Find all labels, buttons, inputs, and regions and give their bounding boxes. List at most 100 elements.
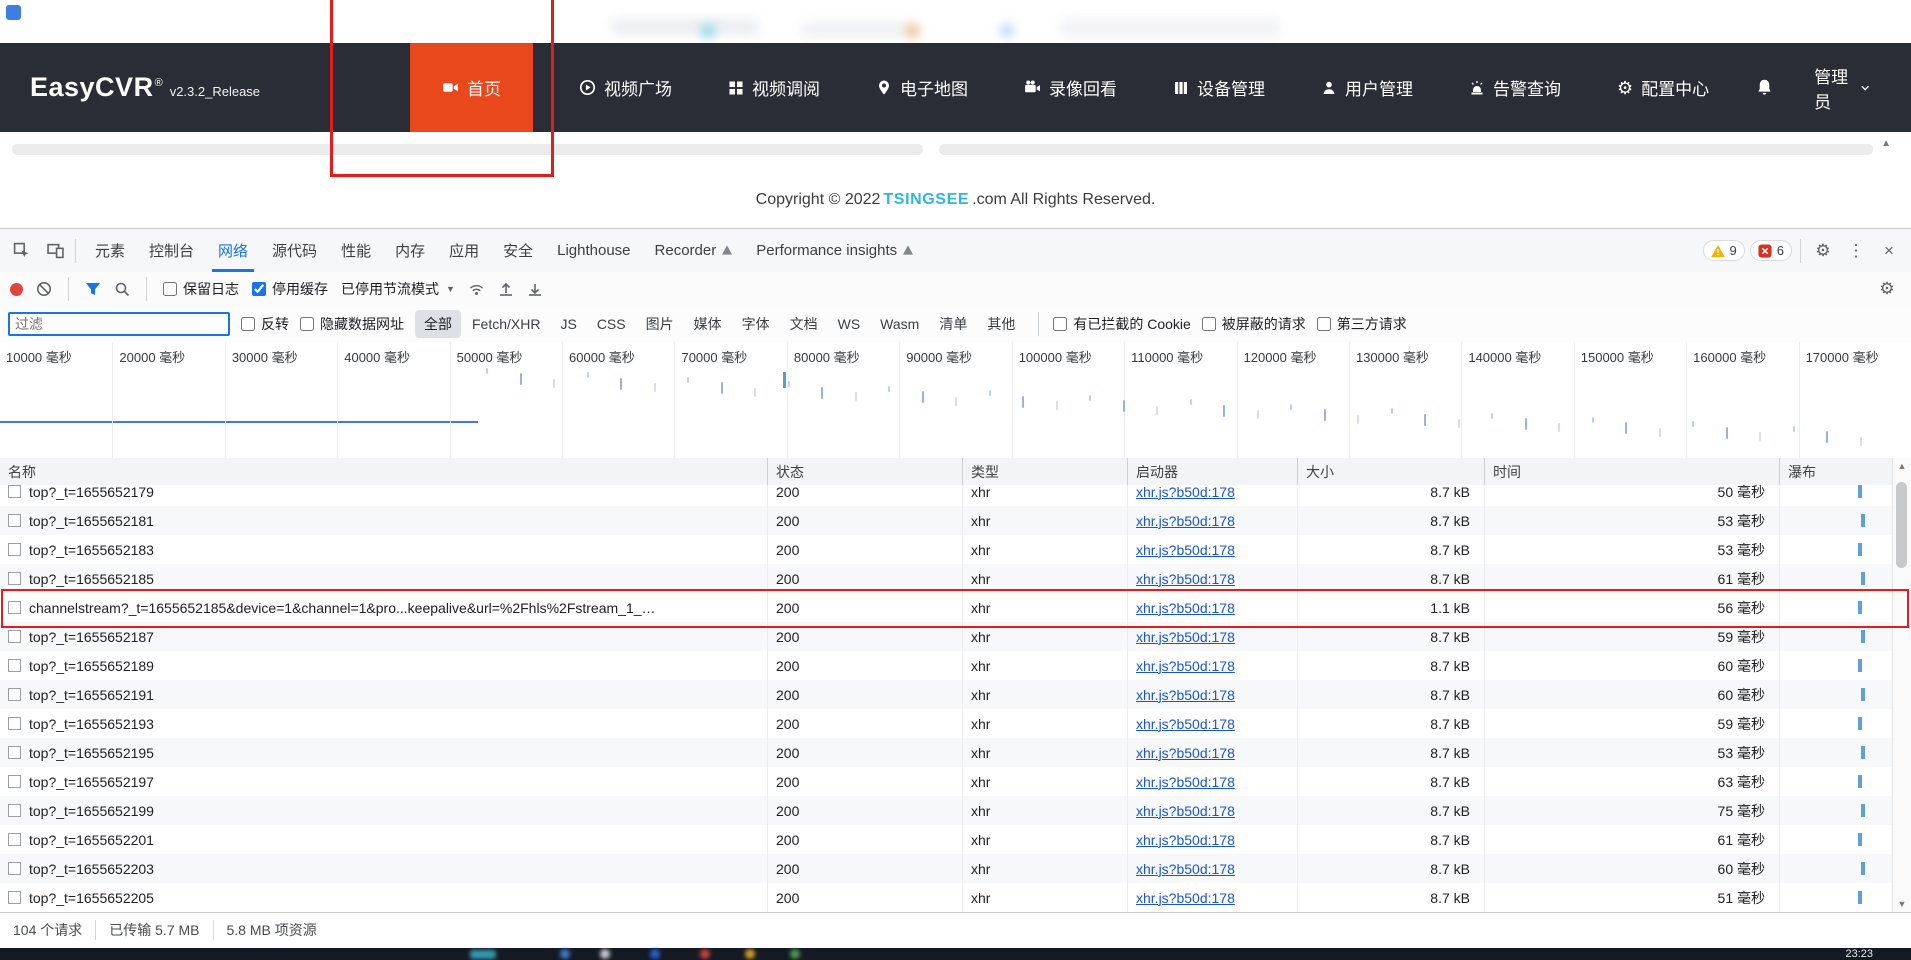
tab-安全[interactable]: 安全 bbox=[491, 229, 545, 272]
request-name-cell[interactable]: top?_t=1655652203 bbox=[0, 854, 768, 883]
nav-item-alarms[interactable]: 告警查询 bbox=[1459, 43, 1571, 132]
scroll-down-icon[interactable]: ▼ bbox=[1893, 899, 1911, 909]
record-icon[interactable] bbox=[10, 282, 23, 296]
nav-item-config[interactable]: ⚙ 配置中心 bbox=[1607, 43, 1719, 132]
tab-源代码[interactable]: 源代码 bbox=[260, 229, 329, 272]
column-header-time[interactable]: 时间 bbox=[1485, 458, 1780, 485]
filter-pill-清单[interactable]: 清单 bbox=[930, 310, 976, 338]
network-request-row[interactable]: top?_t=1655652199 200 xhr xhr.js?b50d:178 8.… bbox=[0, 796, 1893, 825]
close-icon[interactable]: × bbox=[1875, 241, 1903, 261]
request-name-cell[interactable]: top?_t=1655652183 bbox=[0, 535, 768, 564]
export-har-icon[interactable] bbox=[527, 281, 543, 297]
request-name-cell[interactable]: top?_t=1655652185 bbox=[0, 564, 768, 593]
invert-checkbox[interactable]: 反转 bbox=[241, 314, 289, 334]
request-name-cell[interactable]: top?_t=1655652193 bbox=[0, 709, 768, 738]
hide-data-urls-checkbox[interactable]: 隐藏数据网址 bbox=[300, 314, 404, 334]
initiator-link[interactable]: xhr.js?b50d:178 bbox=[1136, 716, 1235, 732]
scrollbar-thumb[interactable] bbox=[1896, 482, 1907, 568]
blocked-requests-input[interactable] bbox=[1201, 317, 1216, 331]
filter-pill-图片[interactable]: 图片 bbox=[637, 310, 683, 338]
filter-pill-其他[interactable]: 其他 bbox=[978, 310, 1024, 338]
initiator-link[interactable]: xhr.js?b50d:178 bbox=[1136, 861, 1235, 877]
user-menu[interactable]: 管理员 bbox=[1814, 63, 1869, 113]
nav-item-emap[interactable]: 电子地图 bbox=[866, 43, 978, 132]
request-name-cell[interactable]: top?_t=1655652205 bbox=[0, 883, 768, 912]
tab-应用[interactable]: 应用 bbox=[437, 229, 491, 272]
request-name-cell[interactable]: top?_t=1655652195 bbox=[0, 738, 768, 767]
request-name-cell[interactable]: top?_t=1655652189 bbox=[0, 651, 768, 680]
request-name-cell[interactable]: top?_t=1655652179 bbox=[0, 485, 768, 506]
filter-pill-媒体[interactable]: 媒体 bbox=[685, 310, 731, 338]
initiator-link[interactable]: xhr.js?b50d:178 bbox=[1136, 571, 1235, 587]
network-settings-gear-icon[interactable]: ⚙ bbox=[1873, 279, 1901, 299]
preserve-log-checkbox[interactable]: 保留日志 bbox=[163, 279, 239, 299]
filter-funnel-icon[interactable] bbox=[85, 281, 101, 297]
clear-icon[interactable] bbox=[36, 281, 52, 297]
taskbar-icon[interactable] bbox=[560, 949, 570, 959]
network-request-row[interactable]: top?_t=1655652203 200 xhr xhr.js?b50d:178 8.… bbox=[0, 854, 1893, 883]
initiator-link[interactable]: xhr.js?b50d:178 bbox=[1136, 485, 1235, 500]
taskbar-icon[interactable] bbox=[700, 949, 710, 959]
filter-input[interactable] bbox=[8, 312, 230, 336]
request-name-cell[interactable]: top?_t=1655652201 bbox=[0, 825, 768, 854]
tab-性能[interactable]: 性能 bbox=[329, 229, 383, 272]
initiator-link[interactable]: xhr.js?b50d:178 bbox=[1136, 774, 1235, 790]
disable-cache-input[interactable] bbox=[252, 282, 266, 296]
filter-pill-Wasm[interactable]: Wasm bbox=[871, 312, 928, 336]
request-name-cell[interactable]: top?_t=1655652187 bbox=[0, 622, 768, 651]
column-header-size[interactable]: 大小 bbox=[1298, 458, 1485, 485]
request-name-cell[interactable]: top?_t=1655652199 bbox=[0, 796, 768, 825]
initiator-link[interactable]: xhr.js?b50d:178 bbox=[1136, 803, 1235, 819]
third-party-checkbox[interactable]: 第三方请求 bbox=[1316, 314, 1407, 334]
disable-cache-checkbox[interactable]: 停用缓存 bbox=[252, 279, 328, 299]
nav-item-playback[interactable]: 录像回看 bbox=[1014, 43, 1127, 132]
nav-item-users[interactable]: 用户管理 bbox=[1311, 43, 1423, 132]
taskbar-icon[interactable] bbox=[745, 949, 755, 959]
scroll-up-icon[interactable]: ▲ bbox=[1893, 461, 1911, 471]
preserve-log-input[interactable] bbox=[163, 282, 177, 296]
filter-pill-字体[interactable]: 字体 bbox=[733, 310, 779, 338]
page-scrollbar-arrow-icon[interactable]: ▲ bbox=[1881, 138, 1891, 149]
taskbar-icon[interactable] bbox=[790, 949, 800, 959]
throttling-dropdown[interactable]: 已停用节流模式 ▼ bbox=[341, 279, 455, 299]
network-request-row[interactable]: top?_t=1655652183 200 xhr xhr.js?b50d:178 8.… bbox=[0, 535, 1893, 564]
tab-网络[interactable]: 网络 bbox=[206, 229, 260, 272]
request-name-cell[interactable]: top?_t=1655652181 bbox=[0, 506, 768, 535]
request-name-cell[interactable]: channelstream?_t=1655652185&device=1&cha… bbox=[0, 593, 768, 622]
taskbar-icon[interactable] bbox=[470, 950, 496, 959]
initiator-link[interactable]: xhr.js?b50d:178 bbox=[1136, 745, 1235, 761]
initiator-link[interactable]: xhr.js?b50d:178 bbox=[1136, 600, 1235, 616]
initiator-link[interactable]: xhr.js?b50d:178 bbox=[1136, 658, 1235, 674]
column-header-type[interactable]: 类型 bbox=[963, 458, 1128, 485]
initiator-link[interactable]: xhr.js?b50d:178 bbox=[1136, 832, 1235, 848]
taskbar-icon[interactable] bbox=[600, 949, 610, 959]
search-icon[interactable] bbox=[114, 281, 130, 297]
bell-icon[interactable] bbox=[1755, 78, 1774, 97]
tab-Recorder[interactable]: Recorder bbox=[643, 229, 745, 272]
filter-pill-CSS[interactable]: CSS bbox=[588, 312, 635, 336]
tab-Lighthouse[interactable]: Lighthouse bbox=[545, 229, 642, 272]
initiator-link[interactable]: xhr.js?b50d:178 bbox=[1136, 687, 1235, 703]
tab-控制台[interactable]: 控制台 bbox=[137, 229, 206, 272]
initiator-link[interactable]: xhr.js?b50d:178 bbox=[1136, 890, 1235, 906]
network-request-row[interactable]: top?_t=1655652201 200 xhr xhr.js?b50d:178 8.… bbox=[0, 825, 1893, 854]
invert-input[interactable] bbox=[241, 317, 255, 331]
network-overview-timeline[interactable]: 10000 毫秒 20000 毫秒 30000 毫秒 40000 毫秒 50000 毫秒… bbox=[0, 342, 1911, 459]
table-scrollbar[interactable]: ▲ ▼ bbox=[1892, 458, 1911, 912]
device-toolbar-icon[interactable] bbox=[38, 229, 72, 272]
column-header-name[interactable]: 名称 bbox=[0, 458, 768, 485]
blocked-requests-checkbox[interactable]: 被屏蔽的请求 bbox=[1201, 314, 1306, 334]
nav-item-home[interactable]: 首页 bbox=[410, 43, 534, 132]
filter-pill-JS[interactable]: JS bbox=[551, 312, 585, 336]
blocked-cookies-input[interactable] bbox=[1053, 317, 1068, 331]
initiator-link[interactable]: xhr.js?b50d:178 bbox=[1136, 542, 1235, 558]
nav-item-video-square[interactable]: 视频广场 bbox=[569, 43, 682, 132]
initiator-link[interactable]: xhr.js?b50d:178 bbox=[1136, 513, 1235, 529]
network-request-row[interactable]: top?_t=1655652205 200 xhr xhr.js?b50d:178 8.… bbox=[0, 883, 1893, 912]
initiator-link[interactable]: xhr.js?b50d:178 bbox=[1136, 629, 1235, 645]
request-name-cell[interactable]: top?_t=1655652197 bbox=[0, 767, 768, 796]
network-request-row[interactable]: top?_t=1655652181 200 xhr xhr.js?b50d:178 8.… bbox=[0, 506, 1893, 535]
request-name-cell[interactable]: top?_t=1655652191 bbox=[0, 680, 768, 709]
filter-pill-Fetch/XHR[interactable]: Fetch/XHR bbox=[463, 312, 549, 336]
column-header-status[interactable]: 状态 bbox=[768, 458, 963, 485]
